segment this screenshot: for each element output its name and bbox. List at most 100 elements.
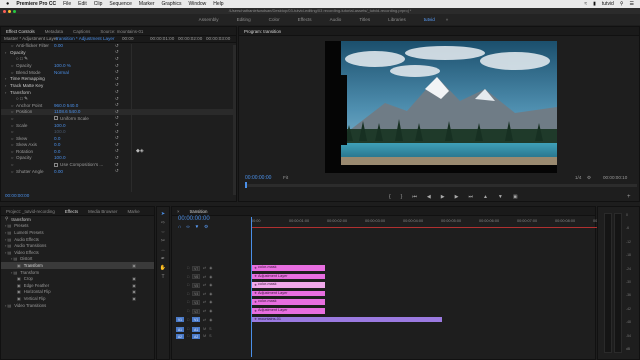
lift-icon[interactable]: ▲ <box>483 194 488 200</box>
playhead-marker[interactable] <box>245 182 247 188</box>
export-frame-icon[interactable]: ▣ <box>513 194 518 200</box>
battery-icon[interactable]: ▮ <box>593 1 596 7</box>
timeline-clip[interactable]: color-mask <box>252 282 325 288</box>
menu-edit[interactable]: Edit <box>78 1 87 7</box>
effect-property-value[interactable]: 100.0 <box>54 123 66 128</box>
source-patch-button[interactable]: V1 <box>176 317 184 323</box>
lock-icon[interactable]: □ <box>187 334 189 338</box>
effect-property-row[interactable]: ○ Position 1108.6 540.0 ↺ <box>1 108 236 116</box>
effect-tree-item[interactable]: › ▤ Video Transitions <box>1 302 154 309</box>
sequence-clip-label[interactable]: transition * Adjustment Layer <box>56 36 122 41</box>
tab-project[interactable]: Project: _tutvid-recording <box>1 209 60 214</box>
effect-tree-item[interactable]: › ▤ Video Effects <box>1 249 154 256</box>
stopwatch-icon[interactable]: ○ <box>11 162 16 167</box>
effect-tree-item[interactable]: ▣ Horizontal Flip ▣ <box>1 289 154 296</box>
master-clip-label[interactable]: Master * Adjustment Layer <box>4 36 58 41</box>
sync-lock-icon[interactable]: ⇄ <box>203 275 206 279</box>
eye-icon[interactable]: ◉ <box>209 309 212 313</box>
audio-source-patch-button[interactable]: A1 <box>176 326 184 332</box>
audio-track-target-button[interactable]: A2 <box>192 333 201 339</box>
workspace-libraries[interactable]: Libraries <box>379 17 415 22</box>
effect-tree-item[interactable]: › ▤ Distort <box>1 256 154 263</box>
workspace-editing[interactable]: Editing <box>228 17 260 22</box>
sync-lock-icon[interactable]: ⇄ <box>203 318 206 322</box>
reset-parameter-icon[interactable]: ↺ <box>115 56 119 62</box>
add-button-icon[interactable]: + <box>627 194 631 200</box>
sync-lock-icon[interactable]: ⇄ <box>203 292 206 296</box>
effect-tree-item[interactable]: › ▤ Lumetri Presets <box>1 229 154 236</box>
reset-parameter-icon[interactable]: ↺ <box>115 76 119 82</box>
menu-file[interactable]: File <box>63 1 71 7</box>
tab-captions[interactable]: Captions <box>68 29 95 34</box>
effect-property-row[interactable]: › Opacity ↺ <box>1 49 236 56</box>
add-marker-icon[interactable]: ▼ <box>195 224 200 230</box>
ec-timecode[interactable]: 00:00:00:00 <box>5 193 29 198</box>
workspace-effects[interactable]: Effects <box>289 17 321 22</box>
reset-parameter-icon[interactable]: ↺ <box>115 96 119 102</box>
program-title[interactable]: Program: transition <box>239 29 286 34</box>
mute-button[interactable]: M <box>203 334 206 338</box>
timeline-clip[interactable]: mountains-01 <box>252 316 442 323</box>
slip-tool-icon[interactable]: ↔ <box>160 247 167 254</box>
track-select-tool-icon[interactable]: ⇨ <box>160 220 167 227</box>
effect-property-value[interactable]: Normal <box>54 70 69 75</box>
effect-property-row[interactable]: ○ Uniform Scale ↺ <box>1 115 236 122</box>
mute-button[interactable]: M <box>203 327 206 331</box>
effect-property-row[interactable]: ○ Skew 0.0 ↺ <box>1 135 236 142</box>
reset-parameter-icon[interactable]: ↺ <box>115 122 119 128</box>
effect-property-row[interactable]: › Track Matte Key ↺ <box>1 82 236 89</box>
timeline-clip[interactable]: color-mask <box>252 299 325 305</box>
sync-lock-icon[interactable]: ⇄ <box>203 300 206 304</box>
stopwatch-icon[interactable]: ○ <box>11 116 16 121</box>
timeline-clip[interactable]: Adjustment Layer <box>252 290 325 297</box>
ripple-edit-tool-icon[interactable]: ⇔ <box>160 229 167 236</box>
effect-property-row[interactable]: ○ Opacity 100.0 ↺ <box>1 155 236 162</box>
effect-property-row[interactable]: ○ Anchor Point 960.0 540.0 ↺ <box>1 102 236 109</box>
reset-parameter-icon[interactable]: ↺ <box>115 115 119 121</box>
fit-dropdown[interactable]: Fit <box>283 175 288 180</box>
hand-tool-icon[interactable]: ✋ <box>160 265 167 272</box>
menu-help[interactable]: Help <box>213 1 223 7</box>
program-timecode[interactable]: 00:00:00:00 <box>245 175 271 181</box>
reset-parameter-icon[interactable]: ↺ <box>115 168 119 174</box>
step-forward-icon[interactable]: ▶ <box>455 194 459 200</box>
track-target-button[interactable]: V7 <box>192 265 201 271</box>
sync-lock-icon[interactable]: ⇄ <box>203 283 206 287</box>
app-menu[interactable]: Premiere Pro CC <box>16 1 56 7</box>
effect-property-value[interactable]: 0.0 <box>54 149 60 154</box>
go-to-in-icon[interactable]: ⏮ <box>412 194 417 200</box>
effect-property-row[interactable]: ○ Use Composition's ... ↺ <box>1 161 236 168</box>
reset-parameter-icon[interactable]: ↺ <box>115 155 119 161</box>
sync-lock-icon[interactable]: ⇄ <box>203 309 206 313</box>
reset-parameter-icon[interactable]: ↺ <box>115 102 119 108</box>
effect-property-value[interactable]: 100.0 <box>54 129 66 134</box>
effect-property-row[interactable]: ○ 100.0 ↺ <box>1 128 236 135</box>
effect-property-value[interactable]: 100.0 % <box>54 63 71 68</box>
lock-icon[interactable]: □ <box>187 327 189 331</box>
mark-in-icon[interactable]: { <box>389 194 391 200</box>
solo-button[interactable]: S <box>209 327 211 331</box>
selection-tool-icon[interactable]: ➤ <box>160 211 167 218</box>
menu-marker[interactable]: Marker <box>139 1 155 7</box>
user-name[interactable]: tutvid <box>602 1 614 7</box>
workspace-titles[interactable]: Titles <box>350 17 379 22</box>
effect-property-value[interactable]: Uniform Scale <box>60 116 89 121</box>
effect-property-value[interactable]: 0.0 <box>54 142 60 147</box>
eye-icon[interactable]: ◉ <box>209 266 212 270</box>
effect-property-value[interactable]: 0.00 <box>54 43 63 48</box>
menu-sequence[interactable]: Sequence <box>109 1 132 7</box>
timeline-clip[interactable]: Adjustment Layer <box>252 308 325 314</box>
audio-source-patch-button[interactable]: A2 <box>176 333 184 339</box>
effect-tree-item[interactable]: › ▤ Audio Transitions <box>1 242 154 249</box>
step-back-icon[interactable]: ◀ <box>427 194 431 200</box>
play-icon[interactable]: ▶ <box>441 194 445 200</box>
timeline-settings-icon[interactable]: ⚙ <box>204 224 208 230</box>
effect-property-row[interactable]: ○ Blend Mode Normal ↺ <box>1 69 236 76</box>
effect-property-value[interactable]: 1108.6 540.0 <box>54 109 80 114</box>
workspace-tutvid[interactable]: tutvid <box>415 17 444 22</box>
extract-icon[interactable]: ▼ <box>498 194 503 200</box>
solo-button[interactable]: S <box>209 334 211 338</box>
stopwatch-icon[interactable]: ○ <box>11 129 16 134</box>
reset-parameter-icon[interactable]: ↺ <box>115 82 119 88</box>
program-scrubber[interactable] <box>245 184 637 187</box>
